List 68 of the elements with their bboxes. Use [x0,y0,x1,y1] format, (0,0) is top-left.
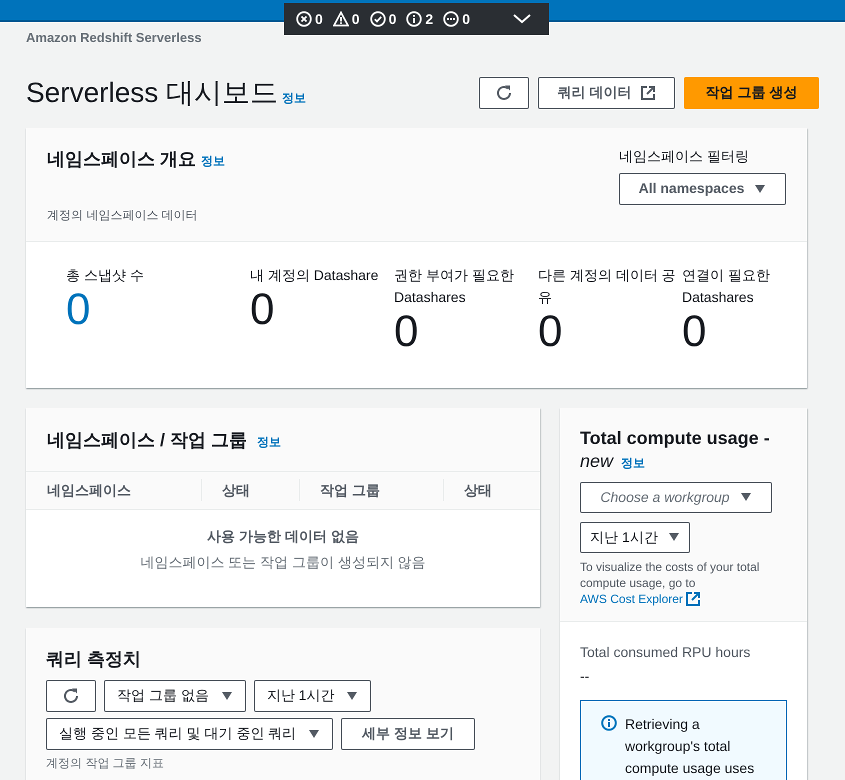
info-link[interactable]: 정보 [257,432,282,450]
counter-value: 0 [352,10,360,28]
info-icon [406,11,422,27]
info-link[interactable]: 정보 [282,88,306,106]
panel-description: 계정의 네임스페이스 데이터 [47,206,199,224]
dropdown[interactable]: 실행 중인 모든 쿼리 및 대기 중인 쿼리 [46,718,334,750]
caret-icon [668,532,680,542]
metric-label: 연결이 필요한 Datashares [682,266,771,306]
refresh-button[interactable] [479,76,529,108]
metric-value: -- [580,666,590,686]
metric-label: 권한 부여가 필요한 Datashares [394,266,515,306]
caret-icon [740,492,752,502]
empty-state-title: 사용 가능한 데이터 없음 [207,526,359,546]
metric-label: 내 계정의 Datashare [250,266,380,284]
caret-icon [346,690,358,700]
check-icon [370,11,386,27]
dropdown[interactable]: 작업 그룹 없음 [104,680,246,712]
caret-icon [220,690,233,700]
info-link[interactable]: 정보 [201,152,226,170]
panel-title: 네임스페이스 / 작업 그룹 [47,428,248,452]
panel-caption: 계정의 작업 그룹 지표 [46,754,166,772]
counter-value: 0 [315,10,323,28]
metric-value: 0 [250,286,274,334]
caret-icon [308,728,320,738]
empty-state-text: 네임스페이스 또는 작업 그룹이 생성되지 않음 [140,552,426,572]
query-data-button[interactable]: 쿼리 데이터 [538,76,675,108]
info-link[interactable]: 정보 [621,454,646,472]
new-tag: new [580,450,614,472]
chevron-down-icon[interactable] [513,14,531,24]
filter-label: 네임스페이스 필터링 [619,146,750,166]
panel-title: 네임스페이스 개요 [47,148,196,170]
cost-explorer-link[interactable]: AWS Cost Explorer [580,590,700,606]
more-icon [443,11,460,27]
page-title: Serverless 대시보드 [26,76,278,110]
metric-label: 총 스냅샷 수 [66,266,145,284]
details-button[interactable]: 세부 정보 보기 [341,718,476,750]
counter-value: 0 [388,10,396,28]
time-range-dropdown[interactable]: 지난 1시간 [580,522,690,552]
metric-value: 0 [394,308,418,356]
create-workgroup-button[interactable]: 작업 그룹 생성 [684,76,819,108]
counter-value: 0 [462,10,470,28]
counter-value: 2 [425,10,434,28]
refresh-button[interactable] [46,680,96,712]
refresh-icon [495,84,513,102]
cost-description: To visualize the costs of your total compute usage, go to [580,560,760,590]
metric-value: 0 [538,308,562,356]
namespace-dropdown[interactable]: All namespaces [619,172,786,204]
error-icon [296,11,312,27]
workgroup-dropdown[interactable]: Choose a workgroup [580,482,772,512]
external-link-icon [686,592,700,606]
alert-text: Retrieving a workgroup's total compute usage uses [625,714,756,778]
refresh-icon [62,686,80,704]
info-icon [601,714,617,730]
column-header: 상태 [464,480,492,500]
metric-value: 0 [682,308,706,356]
warning-icon [332,11,349,27]
column-header: 네임스페이스 [47,480,131,500]
metric-link[interactable]: 0 [66,286,90,334]
metric-label: Total consumed RPU hours [580,642,752,662]
dropdown[interactable]: 지난 1시간 [254,680,372,712]
column-header: 상태 [222,480,250,500]
breadcrumb[interactable]: Amazon Redshift Serverless [26,28,819,48]
column-header: 작업 그룹 [320,480,380,500]
panel-title: 쿼리 측정치 [46,648,142,670]
external-link-icon [641,86,656,100]
metric-label: 다른 계정의 데이터 공유 [538,266,677,306]
panel-title: Total compute usage - [580,426,771,450]
caret-icon [754,184,766,194]
